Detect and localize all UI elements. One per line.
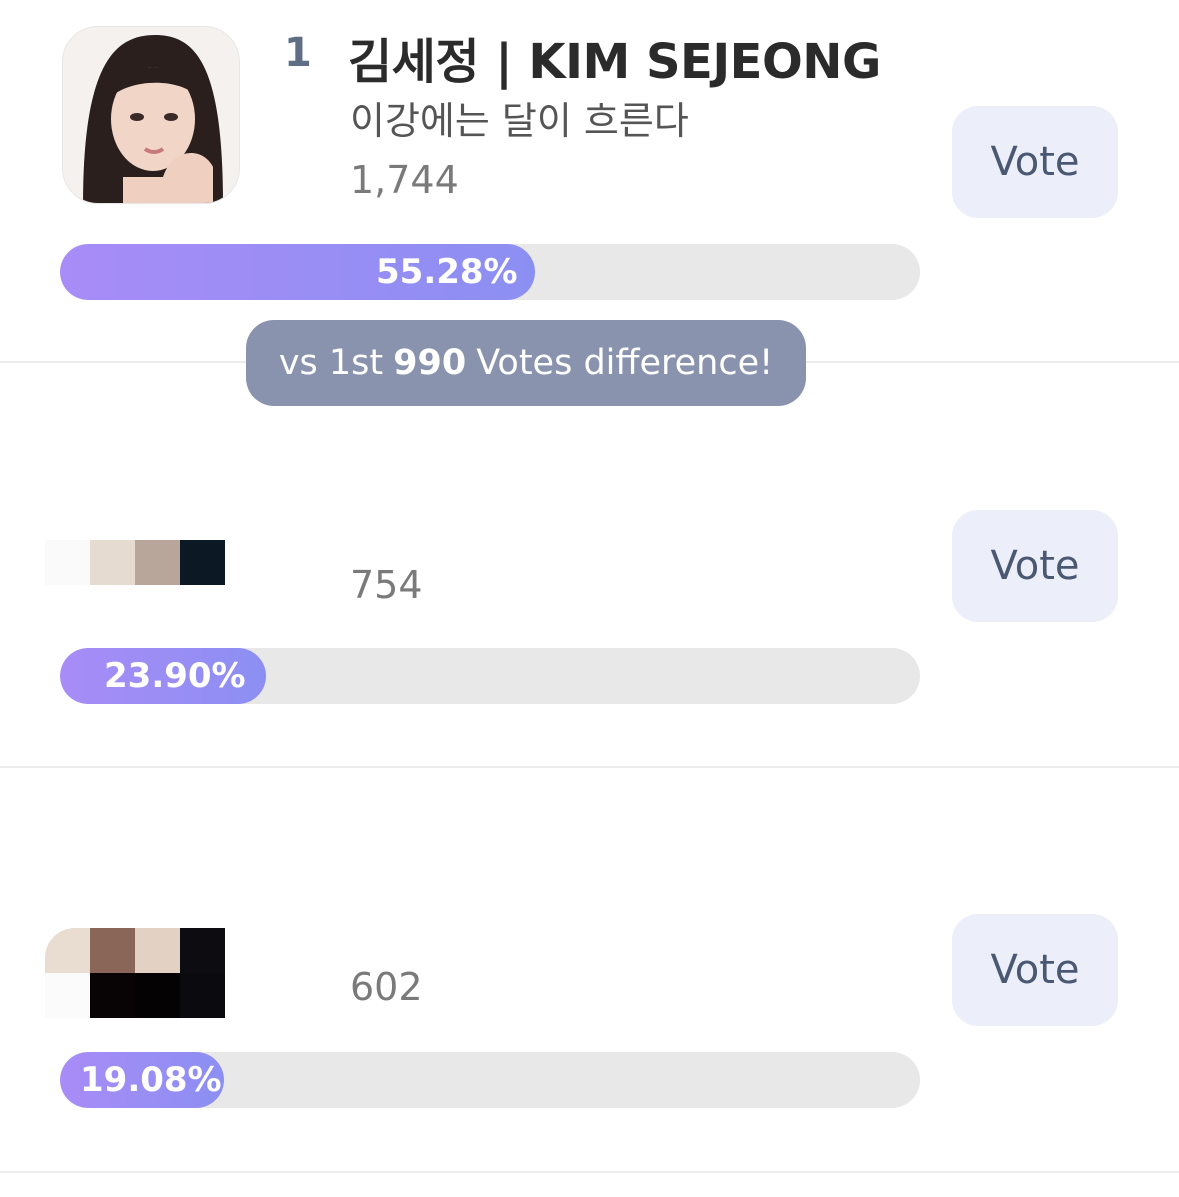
vote-percentage-label: 19.08% (80, 1060, 222, 1100)
vote-percentage-label: 23.90% (104, 656, 246, 696)
candidate-song-title: 이강에는 달이 흐른다 (350, 99, 689, 143)
candidate-photo-censored (45, 928, 225, 1018)
candidate-photo-censored (45, 540, 225, 585)
vote-percentage-label: 55.28% (376, 252, 518, 292)
vote-percentage-bar: 19.08% (60, 1052, 920, 1108)
vote-count: 602 (350, 965, 423, 1009)
candidate-row-1: 1 김세정 | KIM SEJEONG 이강에는 달이 흐른다 1,744 Vo… (0, 0, 1179, 361)
row-divider (0, 1171, 1179, 1173)
candidate-row-3: 602 Vote 19.08% (0, 768, 1179, 1171)
difference-suffix: Votes difference! (476, 343, 774, 383)
vote-button[interactable]: Vote (952, 510, 1118, 622)
vote-count: 754 (350, 563, 423, 607)
vote-button[interactable]: Vote (952, 106, 1118, 218)
rank-number: 1 (284, 30, 312, 76)
difference-prefix: vs 1st (278, 343, 384, 383)
vote-button[interactable]: Vote (952, 914, 1118, 1026)
vote-count: 1,744 (350, 158, 459, 202)
vote-percentage-bar: 55.28% (60, 244, 920, 300)
candidate-photo-avatar (62, 26, 240, 204)
vote-difference-banner: vs 1st 990 Votes difference! (246, 320, 806, 406)
candidate-name: 김세정 | KIM SEJEONG (348, 34, 881, 90)
vote-percentage-bar: 23.90% (60, 648, 920, 704)
candidate-row-2: 754 Vote 23.90% (0, 363, 1179, 766)
difference-value: 990 (393, 343, 467, 383)
